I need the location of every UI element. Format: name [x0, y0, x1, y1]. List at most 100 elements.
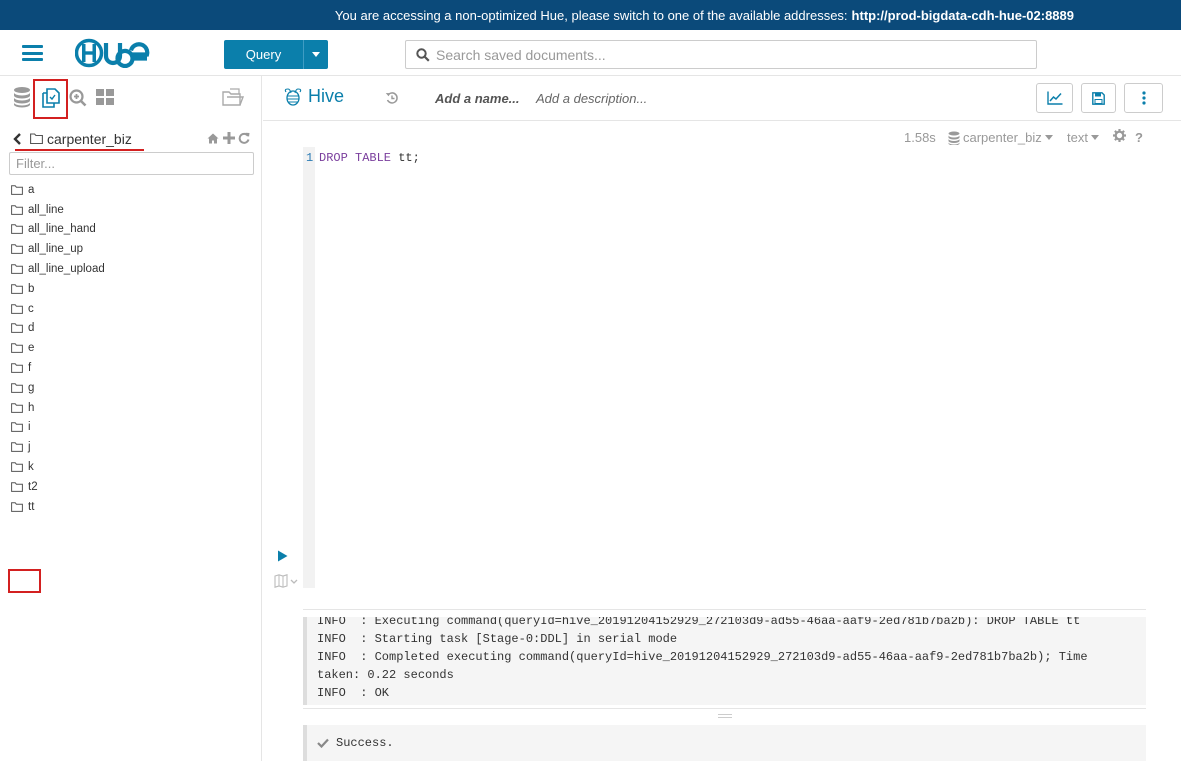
divider: [303, 708, 1146, 709]
folder-icon: [11, 204, 23, 215]
result-format-select[interactable]: text: [1067, 130, 1099, 145]
result-format-label: text: [1067, 130, 1088, 145]
execution-duration: 1.58s: [904, 130, 936, 145]
query-name-field[interactable]: Add a name...: [435, 91, 520, 106]
query-button[interactable]: Query: [224, 40, 328, 69]
divider: [303, 609, 1146, 610]
result-status: Success.: [303, 725, 1146, 761]
table-name: h: [28, 401, 35, 414]
folder-icon: [11, 501, 23, 512]
table-list-item[interactable]: b: [0, 279, 262, 299]
table-list-item[interactable]: d: [0, 319, 262, 339]
snippet-meta-row: 1.58s carpenter_biz text ?: [263, 129, 1181, 146]
hive-bee-icon: [284, 87, 302, 106]
search-icon: [416, 47, 430, 62]
folder-icon: [11, 363, 23, 373]
table-list-item[interactable]: all_line_up: [0, 239, 262, 259]
hue-logo[interactable]: [74, 38, 163, 73]
map-icon[interactable]: [274, 574, 300, 588]
table-name: tt: [28, 500, 35, 513]
chart-button[interactable]: [1036, 83, 1073, 113]
table-list-item[interactable]: t2: [0, 477, 262, 497]
tt-table-highlight: [8, 569, 41, 593]
database-name[interactable]: carpenter_biz: [47, 131, 132, 147]
table-name: g: [28, 381, 35, 394]
editor-header: Hive Add a name... Add a description...: [263, 76, 1181, 121]
history-icon[interactable]: [385, 91, 399, 105]
table-list-item[interactable]: all_line_upload: [0, 259, 262, 279]
folder-icon: [11, 264, 23, 274]
folder-icon: [11, 185, 23, 195]
snippet-database-select[interactable]: carpenter_biz: [948, 130, 1053, 145]
banner-address[interactable]: http://prod-bigdata-cdh-hue-02:8889: [852, 8, 1074, 23]
table-name: f: [28, 362, 32, 375]
editor-gutter: [303, 147, 315, 588]
table-list-item[interactable]: h: [0, 398, 262, 418]
gear-icon[interactable]: [1113, 129, 1126, 142]
query-dropdown-toggle[interactable]: [304, 40, 328, 69]
folder-icon: [11, 244, 23, 255]
folder-icon: [11, 224, 23, 235]
execute-play-icon[interactable]: [277, 550, 288, 562]
table-list-item[interactable]: i: [0, 418, 262, 438]
folder-icon: [11, 323, 23, 334]
folder-icon: [11, 422, 23, 433]
table-list-item[interactable]: k: [0, 457, 262, 477]
hamburger-menu-icon[interactable]: [22, 45, 43, 61]
result-status-text: Success.: [336, 736, 394, 750]
vertical-ellipsis-icon: [1141, 91, 1146, 105]
zoom-search-icon[interactable]: [69, 89, 87, 107]
folder-icon: [30, 133, 43, 144]
left-assist-panel: carpenter_biz a all_line all_line_hand all_…: [0, 76, 262, 761]
home-icon[interactable]: [207, 133, 219, 144]
table-name: j: [28, 441, 31, 454]
more-options-button[interactable]: [1124, 83, 1163, 113]
add-icon[interactable]: [223, 132, 235, 144]
top-navigation-bar: Query: [0, 30, 1181, 76]
database-icon: [948, 131, 960, 145]
table-name: all_line: [28, 203, 64, 216]
help-icon[interactable]: ?: [1135, 130, 1143, 145]
sql-identifier: tt;: [391, 151, 420, 165]
table-list-item[interactable]: tt: [0, 497, 262, 517]
table-list-item[interactable]: all_line_hand: [0, 220, 262, 240]
grid-apps-icon[interactable]: [96, 89, 114, 105]
resize-handle[interactable]: [718, 714, 732, 718]
chevron-down-icon: [1090, 135, 1099, 140]
table-list-item[interactable]: a: [0, 180, 262, 200]
folder-icon: [11, 442, 23, 453]
table-list-item[interactable]: j: [0, 437, 262, 457]
table-name: b: [28, 282, 35, 295]
search-input[interactable]: [436, 46, 1016, 63]
folder-icon: [11, 402, 23, 413]
editor-type-label: Hive: [308, 86, 345, 106]
sql-code-editor[interactable]: DROP TABLE tt;: [319, 151, 420, 165]
back-chevron-icon[interactable]: [13, 133, 22, 145]
line-number: 1: [306, 151, 314, 165]
table-list-item[interactable]: e: [0, 338, 262, 358]
table-name: d: [28, 322, 35, 335]
chevron-down-icon: [312, 52, 320, 57]
assist-panel-tabs: [0, 76, 261, 120]
query-description-field[interactable]: Add a description...: [536, 91, 647, 106]
open-folder-icon[interactable]: [222, 88, 244, 106]
table-list-item[interactable]: f: [0, 358, 262, 378]
table-name: k: [28, 461, 34, 474]
table-name: a: [28, 183, 35, 196]
chevron-down-icon: [1044, 135, 1053, 140]
refresh-icon[interactable]: [238, 132, 250, 144]
table-list-item[interactable]: g: [0, 378, 262, 398]
save-button[interactable]: [1081, 83, 1116, 113]
table-list-item[interactable]: all_line: [0, 200, 262, 220]
table-filter-input[interactable]: [9, 152, 254, 175]
table-list-item[interactable]: c: [0, 299, 262, 319]
save-icon: [1092, 91, 1105, 105]
database-icon[interactable]: [13, 86, 31, 108]
table-name: i: [28, 421, 31, 434]
database-underline-highlight: [15, 149, 144, 151]
table-name: all_line_up: [28, 243, 83, 256]
non-optimized-banner: You are accessing a non-optimized Hue, p…: [0, 0, 1181, 30]
banner-message: You are accessing a non-optimized Hue, p…: [334, 7, 848, 23]
query-button-label[interactable]: Query: [224, 40, 304, 69]
folder-icon: [11, 482, 23, 492]
